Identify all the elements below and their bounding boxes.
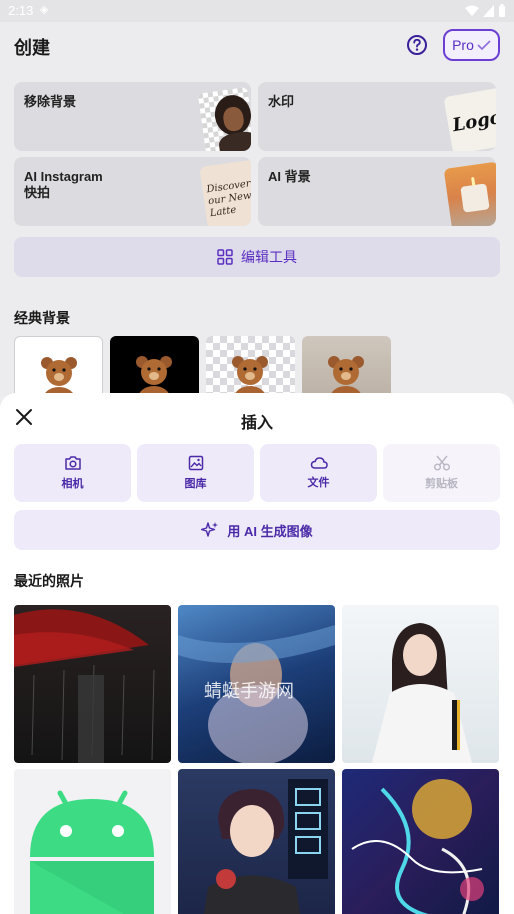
watermark-text: 蜻蜓手游网 <box>204 681 294 701</box>
app-notification-icon: ◈ <box>40 4 49 16</box>
recent-photo-girl[interactable] <box>342 605 499 763</box>
edit-tools-label: 编辑工具 <box>241 249 297 265</box>
status-bar: 2:13 ◈ <box>0 0 514 22</box>
grid-icon <box>217 249 233 265</box>
check-icon <box>477 40 491 51</box>
status-icons <box>465 4 506 17</box>
signal-icon <box>483 4 494 17</box>
tool-card-ai-instagram[interactable]: AI Instagram 快拍 Discover our New Latte <box>14 157 251 226</box>
remove-bg-thumbnail <box>197 86 251 151</box>
camera-label: 相机 <box>61 478 84 490</box>
pro-button[interactable]: Pro <box>443 29 500 61</box>
sheet-title: 插入 <box>240 415 273 432</box>
clipboard-label: 剪贴板 <box>425 478 458 490</box>
tool-card-ai-background[interactable]: AI 背景 <box>258 157 496 226</box>
pro-label: Pro <box>452 37 474 53</box>
story-thumbnail: Discover our New Latte <box>199 159 251 226</box>
files-label: 文件 <box>307 477 330 489</box>
scissors-icon <box>433 455 450 471</box>
battery-icon <box>499 4 505 17</box>
image-icon <box>188 455 203 471</box>
candle-thumbnail <box>443 161 496 226</box>
watermark-thumbnail: Logo <box>443 87 496 151</box>
help-icon[interactable] <box>406 34 428 56</box>
recent-photo-android[interactable] <box>14 769 171 914</box>
gallery-label: 图库 <box>184 478 207 490</box>
tool-card-remove-bg[interactable]: 移除背景 <box>14 82 251 151</box>
tool-card-watermark[interactable]: 水印 Logo <box>258 82 496 151</box>
recent-photo-blurred-portrait[interactable]: 蜻蜓手游网 <box>178 605 335 763</box>
classic-backgrounds-title: 经典背景 <box>14 310 70 326</box>
camera-button[interactable]: 相机 <box>14 444 131 502</box>
files-button[interactable]: 文件 <box>260 444 377 502</box>
status-time: 2:13 <box>8 3 34 18</box>
tool-label-watermark: 水印 <box>268 94 295 109</box>
wifi-icon <box>465 5 479 16</box>
cloud-icon <box>310 457 328 469</box>
camera-icon <box>64 456 81 470</box>
page-title: 创建 <box>14 38 50 58</box>
recent-photos-title: 最近的照片 <box>14 573 84 589</box>
gallery-button[interactable]: 图库 <box>137 444 254 502</box>
insert-sheet: 插入 相机 图库 文件 剪贴板 用 AI 生成图像 最近的照片 蜻蜓手游网 <box>0 393 514 914</box>
top-bar: 创建 Pro <box>0 22 514 70</box>
recent-photo-umbrella[interactable] <box>14 605 171 763</box>
clipboard-button[interactable]: 剪贴板 <box>383 444 500 502</box>
edit-tools-button[interactable]: 编辑工具 <box>14 237 500 277</box>
generate-ai-image-button[interactable]: 用 AI 生成图像 <box>14 510 500 550</box>
tool-label-ai-instagram: AI Instagram 快拍 <box>24 169 103 200</box>
tool-label-remove-bg: 移除背景 <box>24 94 77 109</box>
sparkle-icon <box>201 522 219 537</box>
recent-photo-art[interactable] <box>342 769 499 914</box>
recent-photo-anime-boy[interactable] <box>178 769 335 914</box>
generate-ai-label: 用 AI 生成图像 <box>227 523 313 539</box>
tool-label-ai-background: AI 背景 <box>268 169 311 184</box>
